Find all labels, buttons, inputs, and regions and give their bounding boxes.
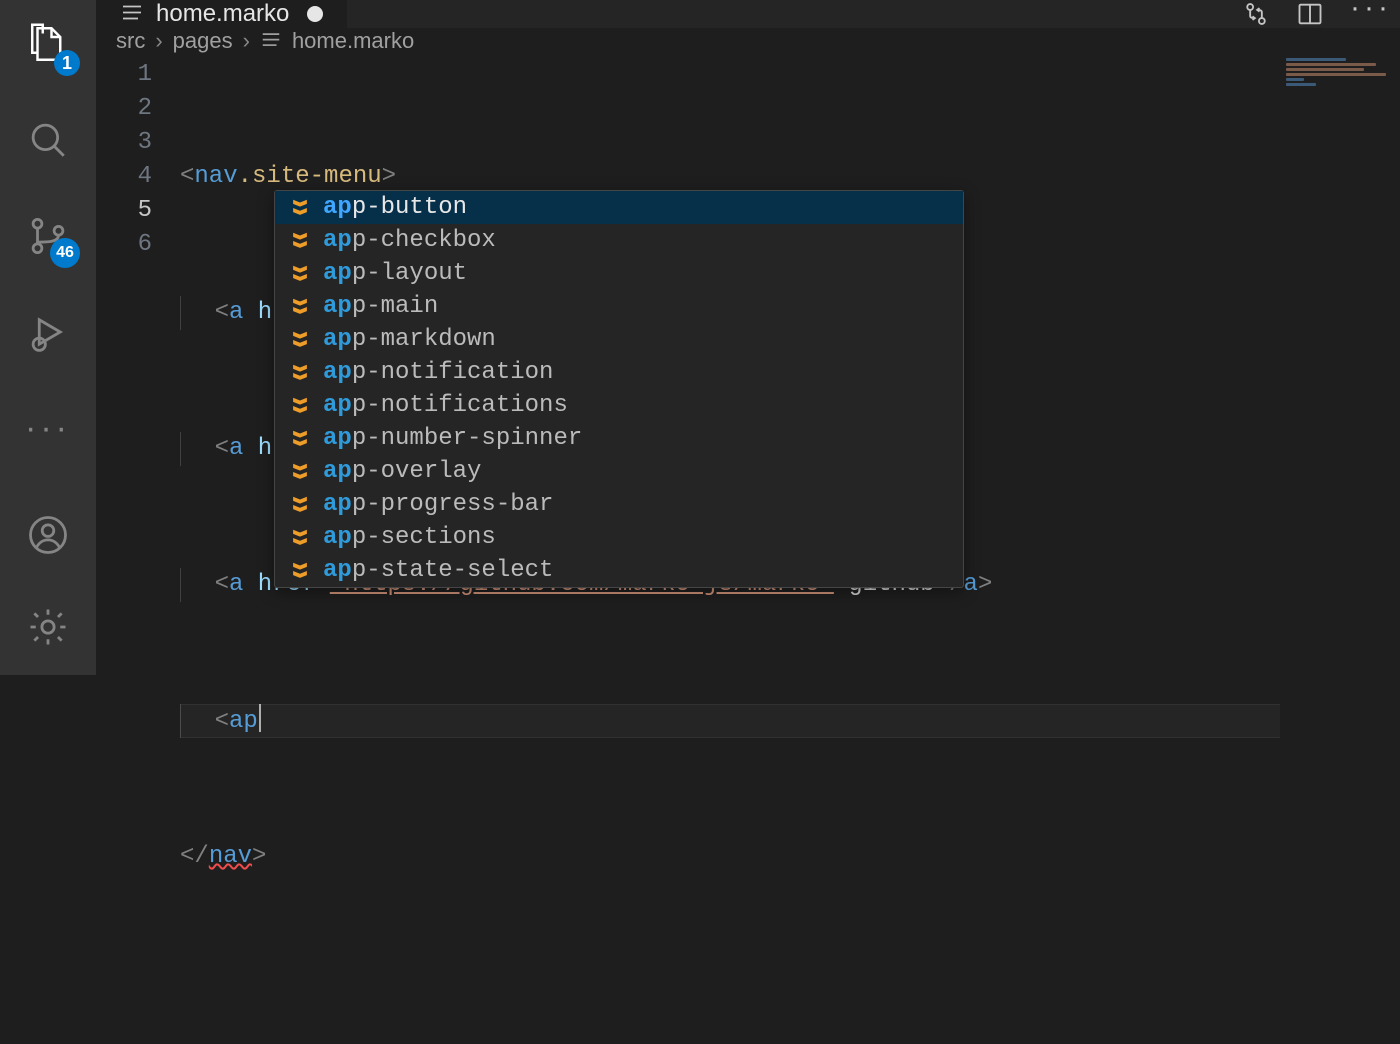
more-actions-icon[interactable]: ··· bbox=[1350, 0, 1378, 28]
suggestion-item[interactable]: app-button bbox=[275, 191, 963, 224]
code-content[interactable]: <nav.site-menu> <a href="/docs/getting-s… bbox=[180, 54, 1400, 1044]
suggestion-item[interactable]: app-number-spinner bbox=[275, 422, 963, 455]
snippet-icon bbox=[289, 263, 311, 285]
snippet-icon bbox=[289, 428, 311, 450]
explorer-icon[interactable]: 1 bbox=[22, 18, 74, 70]
tab-title: home.marko bbox=[156, 0, 289, 28]
line-number: 2 bbox=[96, 92, 152, 126]
compare-changes-icon[interactable] bbox=[1242, 0, 1270, 28]
snippet-icon bbox=[289, 395, 311, 417]
snippet-icon bbox=[289, 560, 311, 582]
editor-group: home.marko ··· src › pages › home.marko bbox=[96, 0, 1400, 675]
suggestion-label: app-notifications bbox=[323, 389, 568, 423]
line-number: 6 bbox=[96, 228, 152, 262]
snippet-icon bbox=[289, 494, 311, 516]
split-editor-icon[interactable] bbox=[1296, 0, 1324, 28]
breadcrumb-segment[interactable]: src bbox=[116, 28, 145, 54]
line-number-gutter: 1 2 3 4 5 6 bbox=[96, 54, 180, 1044]
suggestion-item[interactable]: app-markdown bbox=[275, 323, 963, 356]
suggestion-label: app-state-select bbox=[323, 554, 553, 588]
snippet-icon bbox=[289, 197, 311, 219]
line-number: 1 bbox=[96, 58, 152, 92]
activity-bar: 1 46 ··· bbox=[0, 0, 96, 675]
suggestion-label: app-markdown bbox=[323, 323, 496, 357]
snippet-icon bbox=[289, 296, 311, 318]
breadcrumb-segment[interactable]: pages bbox=[173, 28, 233, 54]
chevron-right-icon: › bbox=[155, 28, 162, 54]
suggestion-item[interactable]: app-notifications bbox=[275, 389, 963, 422]
snippet-icon bbox=[289, 329, 311, 351]
editor-actions: ··· bbox=[1242, 0, 1400, 28]
suggestion-item[interactable]: app-sections bbox=[275, 521, 963, 554]
snippet-icon bbox=[289, 527, 311, 549]
code-line[interactable]: <ap bbox=[180, 704, 1396, 738]
suggestion-item[interactable]: app-main bbox=[275, 290, 963, 323]
search-icon[interactable] bbox=[22, 114, 74, 166]
suggestion-item[interactable]: app-checkbox bbox=[275, 224, 963, 257]
suggestion-label: app-notification bbox=[323, 356, 553, 390]
suggestion-item[interactable]: app-layout bbox=[275, 257, 963, 290]
suggestion-item[interactable]: app-progress-bar bbox=[275, 488, 963, 521]
line-number: 3 bbox=[96, 126, 152, 160]
file-icon bbox=[260, 30, 282, 52]
tab-bar: home.marko ··· bbox=[96, 0, 1400, 28]
suggestion-label: app-button bbox=[323, 191, 467, 225]
chevron-right-icon: › bbox=[243, 28, 250, 54]
suggestion-item[interactable]: app-overlay bbox=[275, 455, 963, 488]
suggestion-item[interactable]: app-notification bbox=[275, 356, 963, 389]
suggestion-widget[interactable]: app-buttonapp-checkboxapp-layoutapp-main… bbox=[274, 190, 964, 588]
snippet-icon bbox=[289, 362, 311, 384]
suggestion-item[interactable]: app-state-select bbox=[275, 554, 963, 587]
dirty-indicator-icon bbox=[307, 6, 323, 22]
suggestion-label: app-number-spinner bbox=[323, 422, 582, 456]
line-number: 5 bbox=[96, 194, 152, 228]
editor-tab[interactable]: home.marko bbox=[96, 0, 347, 28]
run-debug-icon[interactable] bbox=[22, 306, 74, 358]
code-editor[interactable]: 1 2 3 4 5 6 <nav.site-menu> <a href="/do… bbox=[96, 54, 1400, 1044]
suggestion-label: app-layout bbox=[323, 257, 467, 291]
more-icon[interactable]: ··· bbox=[22, 402, 74, 454]
suggestion-label: app-checkbox bbox=[323, 224, 496, 258]
breadcrumb-segment[interactable]: home.marko bbox=[292, 28, 414, 54]
snippet-icon bbox=[289, 461, 311, 483]
scm-badge: 46 bbox=[50, 238, 80, 268]
accounts-icon[interactable] bbox=[22, 509, 74, 561]
code-line[interactable]: <nav.site-menu> bbox=[180, 160, 1400, 194]
code-line[interactable]: </nav> bbox=[180, 840, 1400, 874]
snippet-icon bbox=[289, 230, 311, 252]
suggestion-label: app-main bbox=[323, 290, 438, 324]
suggestion-label: app-sections bbox=[323, 521, 496, 555]
file-icon bbox=[120, 2, 144, 26]
settings-gear-icon[interactable] bbox=[22, 601, 74, 653]
minimap[interactable] bbox=[1280, 54, 1400, 1044]
text-cursor bbox=[259, 704, 261, 732]
suggestion-label: app-progress-bar bbox=[323, 488, 553, 522]
explorer-badge: 1 bbox=[54, 50, 80, 76]
line-number: 4 bbox=[96, 160, 152, 194]
suggestion-label: app-overlay bbox=[323, 455, 481, 489]
source-control-icon[interactable]: 46 bbox=[22, 210, 74, 262]
breadcrumb[interactable]: src › pages › home.marko bbox=[96, 28, 1400, 54]
